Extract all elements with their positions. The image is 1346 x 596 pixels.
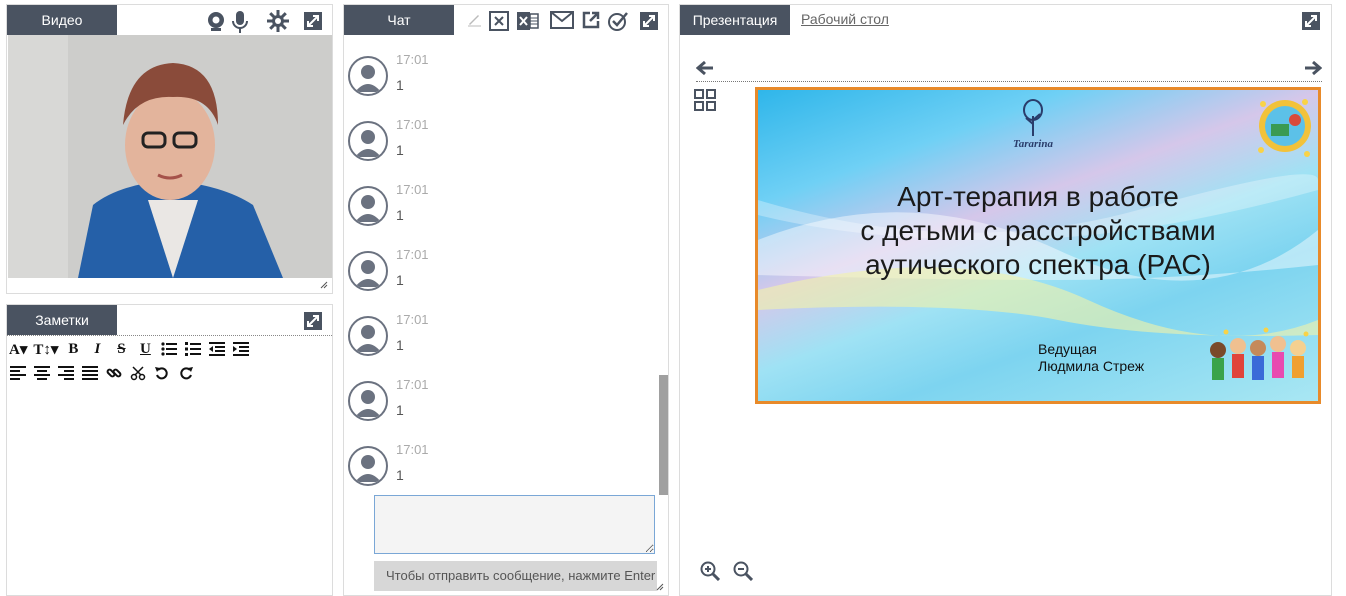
microphone-icon[interactable] [232, 10, 248, 34]
message-text: 1 [396, 207, 404, 223]
grid-view-icon[interactable] [694, 89, 716, 111]
gear-icon[interactable] [267, 10, 289, 32]
undo-icon[interactable] [153, 363, 171, 383]
avatar [348, 316, 388, 356]
unlink-icon[interactable] [129, 363, 147, 383]
children-clipart [1206, 326, 1316, 398]
clear-chat-icon[interactable] [489, 11, 509, 31]
avatar [348, 186, 388, 226]
italic-icon[interactable]: I [88, 339, 106, 359]
next-slide-icon[interactable] [1304, 60, 1322, 76]
avatar [348, 121, 388, 161]
video-stream [8, 35, 332, 278]
notes-tab[interactable]: Заметки [7, 305, 117, 335]
expand-icon[interactable] [1301, 11, 1321, 31]
resize-handle[interactable] [320, 281, 328, 289]
chat-message: 17:01 1 [348, 377, 648, 437]
divider [7, 335, 332, 336]
chat-tab[interactable]: Чат [344, 5, 454, 35]
editor-toolbar-row-1: A▾ T↕▾ B I S U [9, 339, 250, 359]
video-tab[interactable]: Видео [7, 5, 117, 35]
message-text: 1 [396, 337, 404, 353]
excel-export-icon[interactable] [517, 10, 539, 32]
message-time: 17:01 [396, 312, 429, 327]
email-icon[interactable] [550, 11, 574, 29]
zoom-in-icon[interactable] [700, 561, 720, 581]
chat-message: 17:01 1 [348, 312, 648, 372]
indent-icon[interactable] [232, 339, 250, 359]
message-text: 1 [396, 77, 404, 93]
pencil-icon[interactable] [466, 11, 482, 27]
tararina-logo: Tararina [998, 98, 1068, 150]
align-justify-icon[interactable] [81, 363, 99, 383]
link-icon[interactable] [105, 363, 123, 383]
divider [696, 81, 1322, 82]
align-right-icon[interactable] [57, 363, 75, 383]
message-time: 17:01 [396, 52, 429, 67]
presentation-panel: Презентация Рабочий стол Tararina Арт-те… [679, 4, 1332, 596]
chat-message: 17:01 1 [348, 117, 648, 177]
strikethrough-icon[interactable]: S [112, 339, 130, 359]
font-size-icon[interactable]: T↕▾ [33, 339, 58, 359]
chat-input[interactable] [374, 495, 655, 554]
message-text: 1 [396, 467, 404, 483]
message-time: 17:01 [396, 247, 429, 262]
slide-presenter-label: Ведущая [1038, 341, 1097, 357]
webcam-icon[interactable] [206, 11, 226, 33]
chat-message: 17:01 1 [348, 182, 648, 242]
numbered-list-icon[interactable] [184, 339, 202, 359]
tab-desktop[interactable]: Рабочий стол [801, 11, 889, 27]
avatar [348, 381, 388, 421]
message-text: 1 [396, 142, 404, 158]
message-text: 1 [396, 272, 404, 288]
tab-presentation[interactable]: Презентация [680, 5, 790, 35]
slide-title-line: Арт-терапия в работе [897, 181, 1179, 212]
editor-toolbar-row-2 [9, 363, 195, 383]
expand-icon[interactable] [639, 11, 659, 31]
education-clipart [1255, 94, 1313, 166]
popout-icon[interactable] [582, 11, 600, 29]
slide-title-line: аутического спектра (РАС) [865, 249, 1211, 280]
send-hint-button[interactable]: Чтобы отправить сообщение, нажмите Enter [374, 561, 657, 591]
message-time: 17:01 [396, 182, 429, 197]
slide-presenter-name: Людмила Стреж [1038, 358, 1145, 374]
chat-scrollbar[interactable] [659, 375, 668, 495]
message-time: 17:01 [396, 377, 429, 392]
avatar [348, 251, 388, 291]
video-panel: Видео [6, 4, 333, 294]
notes-panel: Заметки A▾ T↕▾ B I S U [6, 304, 333, 596]
outdent-icon[interactable] [208, 339, 226, 359]
redo-icon[interactable] [177, 363, 195, 383]
presentation-slide: Tararina Арт-терапия в работе с детьми с… [755, 87, 1321, 404]
slide-title-line: с детьми с расстройствами [860, 215, 1216, 246]
underline-icon[interactable]: U [136, 339, 154, 359]
align-left-icon[interactable] [9, 363, 27, 383]
message-text: 1 [396, 402, 404, 418]
checklist-icon[interactable] [607, 10, 629, 32]
font-color-icon[interactable]: A▾ [9, 339, 27, 359]
expand-icon[interactable] [303, 311, 323, 331]
chat-message: 17:01 1 [348, 442, 648, 502]
align-center-icon[interactable] [33, 363, 51, 383]
zoom-out-icon[interactable] [733, 561, 753, 581]
bullet-list-icon[interactable] [160, 339, 178, 359]
avatar [348, 56, 388, 96]
expand-icon[interactable] [303, 11, 323, 31]
bold-icon[interactable]: B [64, 339, 82, 359]
message-time: 17:01 [396, 442, 429, 457]
chat-panel: Чат 17:01 1 17:01 1 17:01 1 17:01 1 17:0… [343, 4, 669, 596]
avatar [348, 446, 388, 486]
previous-slide-icon[interactable] [696, 60, 714, 76]
message-time: 17:01 [396, 117, 429, 132]
chat-message: 17:01 1 [348, 52, 648, 112]
chat-message: 17:01 1 [348, 247, 648, 307]
resize-handle[interactable] [656, 583, 664, 591]
notes-editor[interactable] [9, 395, 329, 591]
